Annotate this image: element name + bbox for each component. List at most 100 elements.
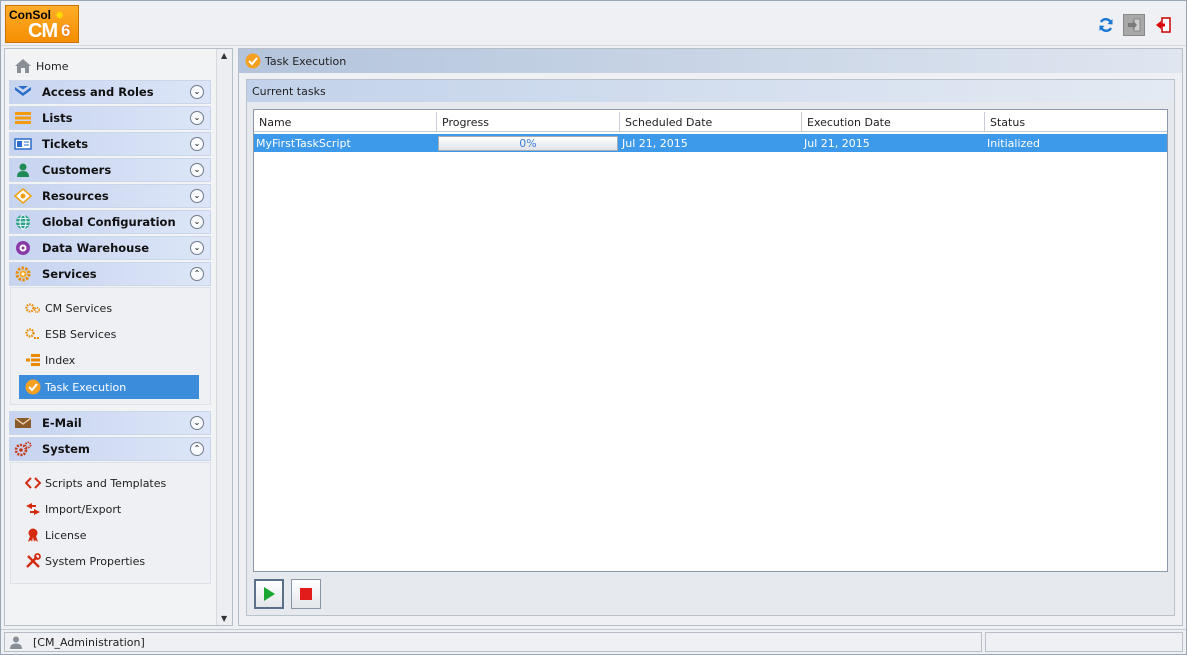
expand-chevron-icon[interactable]: ⌄ — [190, 189, 204, 203]
table-row[interactable]: MyFirstTaskScript 0% Jul 21, 2015 Jul 21… — [254, 134, 1167, 152]
column-header-name[interactable]: Name — [254, 112, 437, 132]
column-header-scheduled-date[interactable]: Scheduled Date — [620, 112, 802, 132]
app-header: ConSol ✸ CM 6 — [1, 1, 1186, 46]
progress-bar: 0% — [438, 136, 618, 151]
sidebar-section-lists[interactable]: Lists ⌄ — [9, 106, 211, 130]
sidebar-section-label: Global Configuration — [42, 215, 176, 229]
stop-task-button[interactable] — [291, 579, 321, 609]
esb-services-icon — [25, 326, 41, 342]
home-icon — [15, 59, 31, 73]
sidebar-item-cm-services[interactable]: CM Services — [19, 297, 199, 319]
sidebar-item-index[interactable]: Index — [19, 349, 199, 371]
data-warehouse-icon — [14, 240, 32, 256]
column-header-status[interactable]: Status — [985, 112, 1167, 132]
sidebar-item-label: Index — [45, 353, 76, 367]
code-icon — [25, 475, 41, 491]
sidebar-section-label: Resources — [42, 189, 109, 203]
stop-icon — [300, 588, 312, 600]
tools-icon — [25, 553, 41, 569]
sidebar-section-tickets[interactable]: Tickets ⌄ — [9, 132, 211, 156]
license-icon — [25, 527, 41, 543]
sidebar-item-import-export[interactable]: Import/Export — [19, 498, 199, 520]
sidebar-section-label: Lists — [42, 111, 73, 125]
sidebar-item-esb-services[interactable]: ESB Services — [19, 323, 199, 345]
sidebar-item-label: Task Execution — [45, 380, 127, 394]
sidebar-item-task-execution[interactable]: Task Execution — [19, 375, 199, 399]
main-content: Task Execution Current tasks Name Progre… — [238, 48, 1183, 626]
customers-icon — [14, 162, 32, 178]
scroll-down-arrow-icon[interactable]: ▼ — [221, 614, 227, 623]
sidebar-item-scripts-and-templates[interactable]: Scripts and Templates — [19, 472, 199, 494]
refresh-icon — [1099, 18, 1113, 32]
expand-chevron-icon[interactable]: ⌄ — [190, 416, 204, 430]
cell-name: MyFirstTaskScript — [256, 136, 351, 150]
cell-execution-date: Jul 21, 2015 — [804, 136, 870, 150]
user-icon — [10, 636, 22, 649]
app-window: ConSol ✸ CM 6 Home Access and Roles ⌄ Li… — [0, 0, 1187, 655]
import-export-icon — [25, 501, 41, 517]
expand-chevron-icon[interactable]: ⌄ — [190, 215, 204, 229]
sidebar-section-resources[interactable]: Resources ⌄ — [9, 184, 211, 208]
navigation-sidebar: Home Access and Roles ⌄ Lists ⌄ Tickets … — [4, 48, 233, 626]
sidebar-item-label: CM Services — [45, 301, 113, 315]
sidebar-item-label: ESB Services — [45, 327, 117, 341]
sidebar-section-data-warehouse[interactable]: Data Warehouse ⌄ — [9, 236, 211, 260]
logo-text-6: 6 — [61, 21, 71, 40]
email-icon — [14, 415, 32, 431]
collapse-chevron-icon[interactable]: ⌃ — [190, 442, 204, 456]
sidebar-item-license[interactable]: License — [19, 524, 199, 546]
collapse-chevron-icon[interactable]: ⌃ — [190, 267, 204, 281]
cm-services-icon — [25, 300, 41, 316]
logout-button[interactable] — [1153, 14, 1175, 36]
sidebar-section-access-and-roles[interactable]: Access and Roles ⌄ — [9, 80, 211, 104]
status-user-label: [CM_Administration] — [33, 635, 145, 649]
expand-chevron-icon[interactable]: ⌄ — [190, 111, 204, 125]
status-extra-field — [985, 632, 1183, 652]
expand-chevron-icon[interactable]: ⌄ — [190, 241, 204, 255]
task-execution-icon — [245, 53, 261, 69]
index-icon — [25, 352, 41, 368]
cell-status: Initialized — [987, 136, 1041, 150]
login-button[interactable] — [1123, 14, 1145, 36]
sidebar-section-email[interactable]: E-Mail ⌄ — [9, 411, 211, 435]
services-gear-icon — [14, 266, 32, 282]
refresh-button[interactable] — [1095, 14, 1117, 36]
logout-icon — [1156, 17, 1171, 33]
sidebar-section-label: Services — [42, 267, 97, 281]
sidebar-section-label: System — [42, 442, 90, 456]
resources-icon — [14, 188, 32, 204]
sidebar-section-system[interactable]: System ⌃ — [9, 437, 211, 461]
page-title-bar: Task Execution — [239, 49, 1182, 73]
sidebar-section-global-configuration[interactable]: Global Configuration ⌄ — [9, 210, 211, 234]
access-roles-icon — [14, 84, 32, 100]
status-user-field: [CM_Administration] — [4, 632, 982, 652]
tasks-table: Name Progress Scheduled Date Execution D… — [253, 109, 1168, 572]
expand-chevron-icon[interactable]: ⌄ — [190, 85, 204, 99]
globe-icon — [14, 214, 32, 230]
sidebar-item-system-properties[interactable]: System Properties — [19, 550, 199, 572]
sidebar-section-customers[interactable]: Customers ⌄ — [9, 158, 211, 182]
lists-icon — [14, 110, 32, 126]
sidebar-scrollbar[interactable]: ▲ ▼ — [216, 49, 232, 625]
sidebar-home[interactable]: Home — [5, 54, 211, 78]
current-tasks-panel: Current tasks Name Progress Scheduled Da… — [246, 79, 1175, 616]
expand-chevron-icon[interactable]: ⌄ — [190, 137, 204, 151]
sidebar-item-label: License — [45, 528, 87, 542]
column-header-execution-date[interactable]: Execution Date — [802, 112, 985, 132]
status-bar: [CM_Administration] — [1, 629, 1186, 654]
sidebar-section-services[interactable]: Services ⌃ — [9, 262, 211, 286]
login-arrow-icon — [1128, 18, 1141, 32]
sidebar-section-label: Data Warehouse — [42, 241, 149, 255]
column-header-progress[interactable]: Progress — [437, 112, 620, 132]
table-header: Name Progress Scheduled Date Execution D… — [254, 112, 1167, 132]
sidebar-section-label: Customers — [42, 163, 112, 177]
sidebar-home-label: Home — [36, 59, 69, 73]
system-gears-icon — [14, 441, 32, 457]
consol-cm6-logo: ConSol ✸ CM 6 — [5, 5, 79, 43]
start-task-button[interactable] — [254, 579, 284, 609]
expand-chevron-icon[interactable]: ⌄ — [190, 163, 204, 177]
cell-scheduled-date: Jul 21, 2015 — [622, 136, 688, 150]
scroll-up-arrow-icon[interactable]: ▲ — [221, 51, 227, 60]
panel-title: Current tasks — [247, 80, 1174, 102]
sidebar-section-label: E-Mail — [42, 416, 82, 430]
